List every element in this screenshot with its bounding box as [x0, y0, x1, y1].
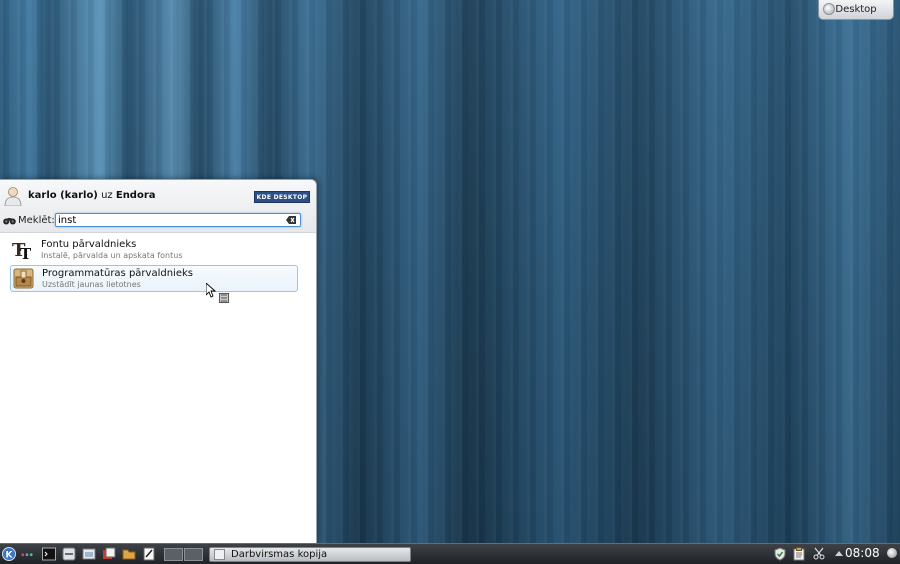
cashew-icon: [823, 3, 835, 15]
clock[interactable]: 08:08: [845, 546, 880, 560]
file-manager-icon[interactable]: [82, 547, 96, 561]
taskbar: K Darbvirsmas kopija 08:08: [0, 543, 900, 564]
search-input[interactable]: [55, 213, 301, 227]
clear-search-icon[interactable]: [286, 216, 296, 224]
activities-icon[interactable]: [20, 547, 34, 561]
user-avatar-icon: [4, 187, 22, 206]
user-name: karlo (karlo): [28, 190, 98, 201]
system-settings-icon[interactable]: [62, 547, 76, 561]
panel-cashew-icon[interactable]: [887, 548, 897, 558]
result-title: Fontu pārvaldnieks: [41, 239, 137, 250]
svg-text:K: K: [6, 551, 14, 561]
font-manager-icon: T T: [12, 240, 32, 260]
kde-logo: KDE DESKTOP: [254, 191, 310, 203]
result-title: Programmatūras pārvaldnieks: [42, 268, 193, 279]
pager-desktop-2[interactable]: [184, 548, 203, 561]
mouse-cursor-icon: [206, 283, 216, 298]
security-shield-icon[interactable]: [773, 547, 787, 561]
window-switch-icon[interactable]: [102, 547, 116, 561]
result-subtitle: Uzstādīt jaunas lietotnes: [42, 280, 141, 289]
application-launcher: karlo (karlo) uz Endora KDE DESKTOP Mekl…: [0, 179, 317, 545]
user-connector: uz: [101, 190, 113, 201]
tray-expand-arrow-icon[interactable]: [832, 547, 846, 561]
user-info: karlo (karlo) uz Endora: [28, 190, 156, 201]
launcher-header: karlo (karlo) uz Endora KDE DESKTOP Mekl…: [0, 180, 316, 233]
search-result-font-manager[interactable]: T T Fontu pārvaldnieks Instalē, pārvalda…: [10, 237, 296, 262]
task-darbvirsmas-kopija[interactable]: Darbvirsmas kopija: [209, 547, 411, 562]
search-label: Meklēt:: [18, 215, 55, 226]
svg-text:T: T: [20, 245, 32, 260]
busy-indicator-icon: [219, 293, 229, 303]
search-row: Meklēt:: [0, 212, 316, 230]
scissors-icon[interactable]: [812, 547, 826, 561]
text-editor-icon[interactable]: [142, 547, 156, 561]
binoculars-icon: [3, 218, 16, 225]
folder-icon[interactable]: [122, 547, 136, 561]
search-result-package-manager[interactable]: Programmatūras pārvaldnieks Uzstādīt jau…: [10, 265, 298, 292]
package-manager-icon: [13, 268, 34, 289]
desktop-activity-button[interactable]: Desktop: [818, 0, 894, 20]
task-icon: [214, 549, 225, 560]
host-name: Endora: [115, 190, 156, 201]
kde-menu-icon[interactable]: K: [2, 547, 16, 561]
result-subtitle: Instalē, pārvalda un apskata fontus: [41, 251, 183, 260]
desktop-activity-label: Desktop: [835, 4, 877, 15]
task-label: Darbvirsmas kopija: [231, 549, 328, 560]
clipboard-icon[interactable]: [792, 547, 806, 561]
terminal-icon[interactable]: [42, 547, 56, 561]
pager-desktop-1[interactable]: [164, 548, 183, 561]
